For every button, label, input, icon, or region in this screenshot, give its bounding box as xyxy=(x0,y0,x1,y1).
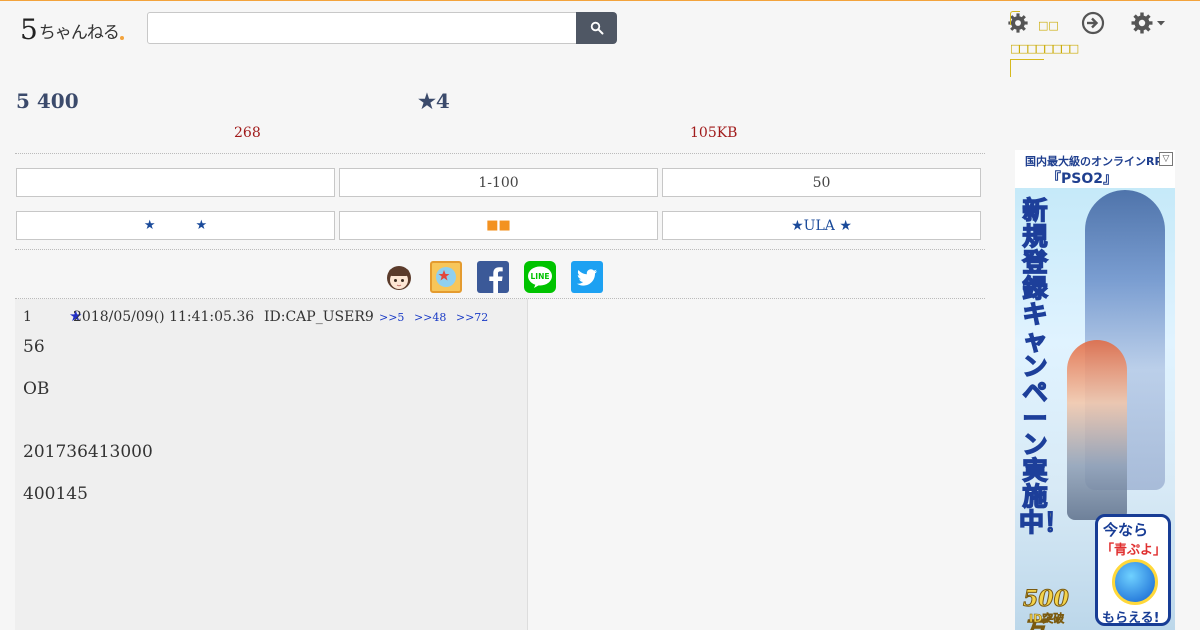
reply-link[interactable]: >>48 xyxy=(414,311,446,324)
reply-count: 268 xyxy=(234,125,261,141)
search-icon xyxy=(590,21,603,35)
nav-ula-button[interactable]: ★ULA ★ xyxy=(662,211,981,240)
line-icon[interactable]: LINE xyxy=(524,261,556,293)
star-icon: ★ xyxy=(143,218,156,233)
settings-gear-dropdown-icon[interactable] xyxy=(1130,11,1168,35)
post-line: 56 xyxy=(23,337,45,357)
thread-title: 5 400 xyxy=(16,89,79,113)
logo-text: ちゃんねる xyxy=(38,23,120,43)
ad-tagline: 国内最大級のオンラインRPG xyxy=(1025,155,1172,168)
search-button[interactable] xyxy=(576,12,617,44)
menu-border-top xyxy=(1010,11,1020,25)
ad-badge-line2: 「青ぷよ」 xyxy=(1101,543,1167,558)
post-user-id[interactable]: ID:CAP_USER9 xyxy=(264,309,374,325)
menu-label-1: □□ xyxy=(1038,19,1059,32)
post-line xyxy=(23,358,153,379)
ad-campaign-text: 新規登録キャンペーン実施中！ xyxy=(1018,196,1070,537)
post: 1 ★ 2018/05/09() 11:41:05.36 ID:CAP_USER… xyxy=(15,299,528,630)
reply-link[interactable]: >>72 xyxy=(456,311,488,324)
header-bar: 5 ちゃんねる □□ □□□□□□□□ xyxy=(0,0,1200,82)
ad-close-icon[interactable]: ▽ xyxy=(1159,152,1173,166)
ad-badge-line3: もらえる! xyxy=(1102,611,1160,626)
menu-border-bottom xyxy=(1010,59,1044,77)
post-line xyxy=(23,421,153,442)
nav-latest-button[interactable]: 50 xyxy=(662,168,981,197)
nav-all-button[interactable] xyxy=(16,168,335,197)
facebook-icon[interactable] xyxy=(477,261,509,293)
ad-game-title: 『PSO2』 xyxy=(1047,171,1117,187)
thread-size: 105KB xyxy=(690,125,738,141)
star-icon: ★ xyxy=(195,218,208,233)
post-date: 2018/05/09() 11:41:05.36 xyxy=(73,309,255,325)
reply-link[interactable]: >>5 xyxy=(379,311,404,324)
nav-range-button[interactable]: 1-100 xyxy=(339,168,658,197)
post-line xyxy=(23,400,153,421)
logo-number: 5 xyxy=(20,13,38,46)
post-line: 201736413000 xyxy=(23,442,153,462)
ad-coin-icon xyxy=(1112,559,1158,605)
ad-milestone-sub: ID突破 xyxy=(1029,612,1065,626)
post-body: 56 OB 201736413000 400145 xyxy=(23,337,153,505)
mascot-icon[interactable] xyxy=(383,261,415,293)
divider xyxy=(15,249,985,250)
ad-banner[interactable]: 国内最大級のオンラインRPG 『PSO2』 ▽ 新規登録キャンペーン実施中！ 5… xyxy=(1015,150,1175,630)
post-line: OB xyxy=(23,379,50,399)
line-label: LINE xyxy=(531,272,550,281)
ad-badge-line1: 今なら xyxy=(1103,521,1149,539)
search-input[interactable] xyxy=(147,12,577,44)
nav-image-button[interactable]: ■■ xyxy=(339,211,658,240)
reply-links: >>5 >>48 >>72 xyxy=(379,311,494,324)
site-logo[interactable]: 5 ちゃんねる xyxy=(20,10,124,44)
image-squares-icon: ■■ xyxy=(486,218,511,233)
ad-character-image xyxy=(1067,340,1127,520)
bookmark-icon[interactable] xyxy=(430,261,462,293)
thread-rating: ★4 xyxy=(418,89,450,113)
ad-header: 国内最大級のオンラインRPG 『PSO2』 xyxy=(1015,150,1175,188)
post-line: 400145 xyxy=(23,484,88,504)
divider xyxy=(15,153,985,154)
post-line xyxy=(23,463,153,484)
ad-badge: 今なら 「青ぷよ」 もらえる! xyxy=(1095,514,1171,626)
logo-dot xyxy=(119,36,124,40)
post-number[interactable]: 1 xyxy=(23,309,32,325)
login-icon[interactable] xyxy=(1081,11,1105,35)
nav-star-button[interactable]: ★ ★ xyxy=(16,211,335,240)
ad-milestone: 500万 ID突破 xyxy=(1019,582,1089,630)
twitter-icon[interactable] xyxy=(571,261,603,293)
menu-label-2: □□□□□□□□ xyxy=(1010,42,1079,55)
user-menu[interactable]: □□ □□□□□□□□ xyxy=(1010,11,1079,77)
